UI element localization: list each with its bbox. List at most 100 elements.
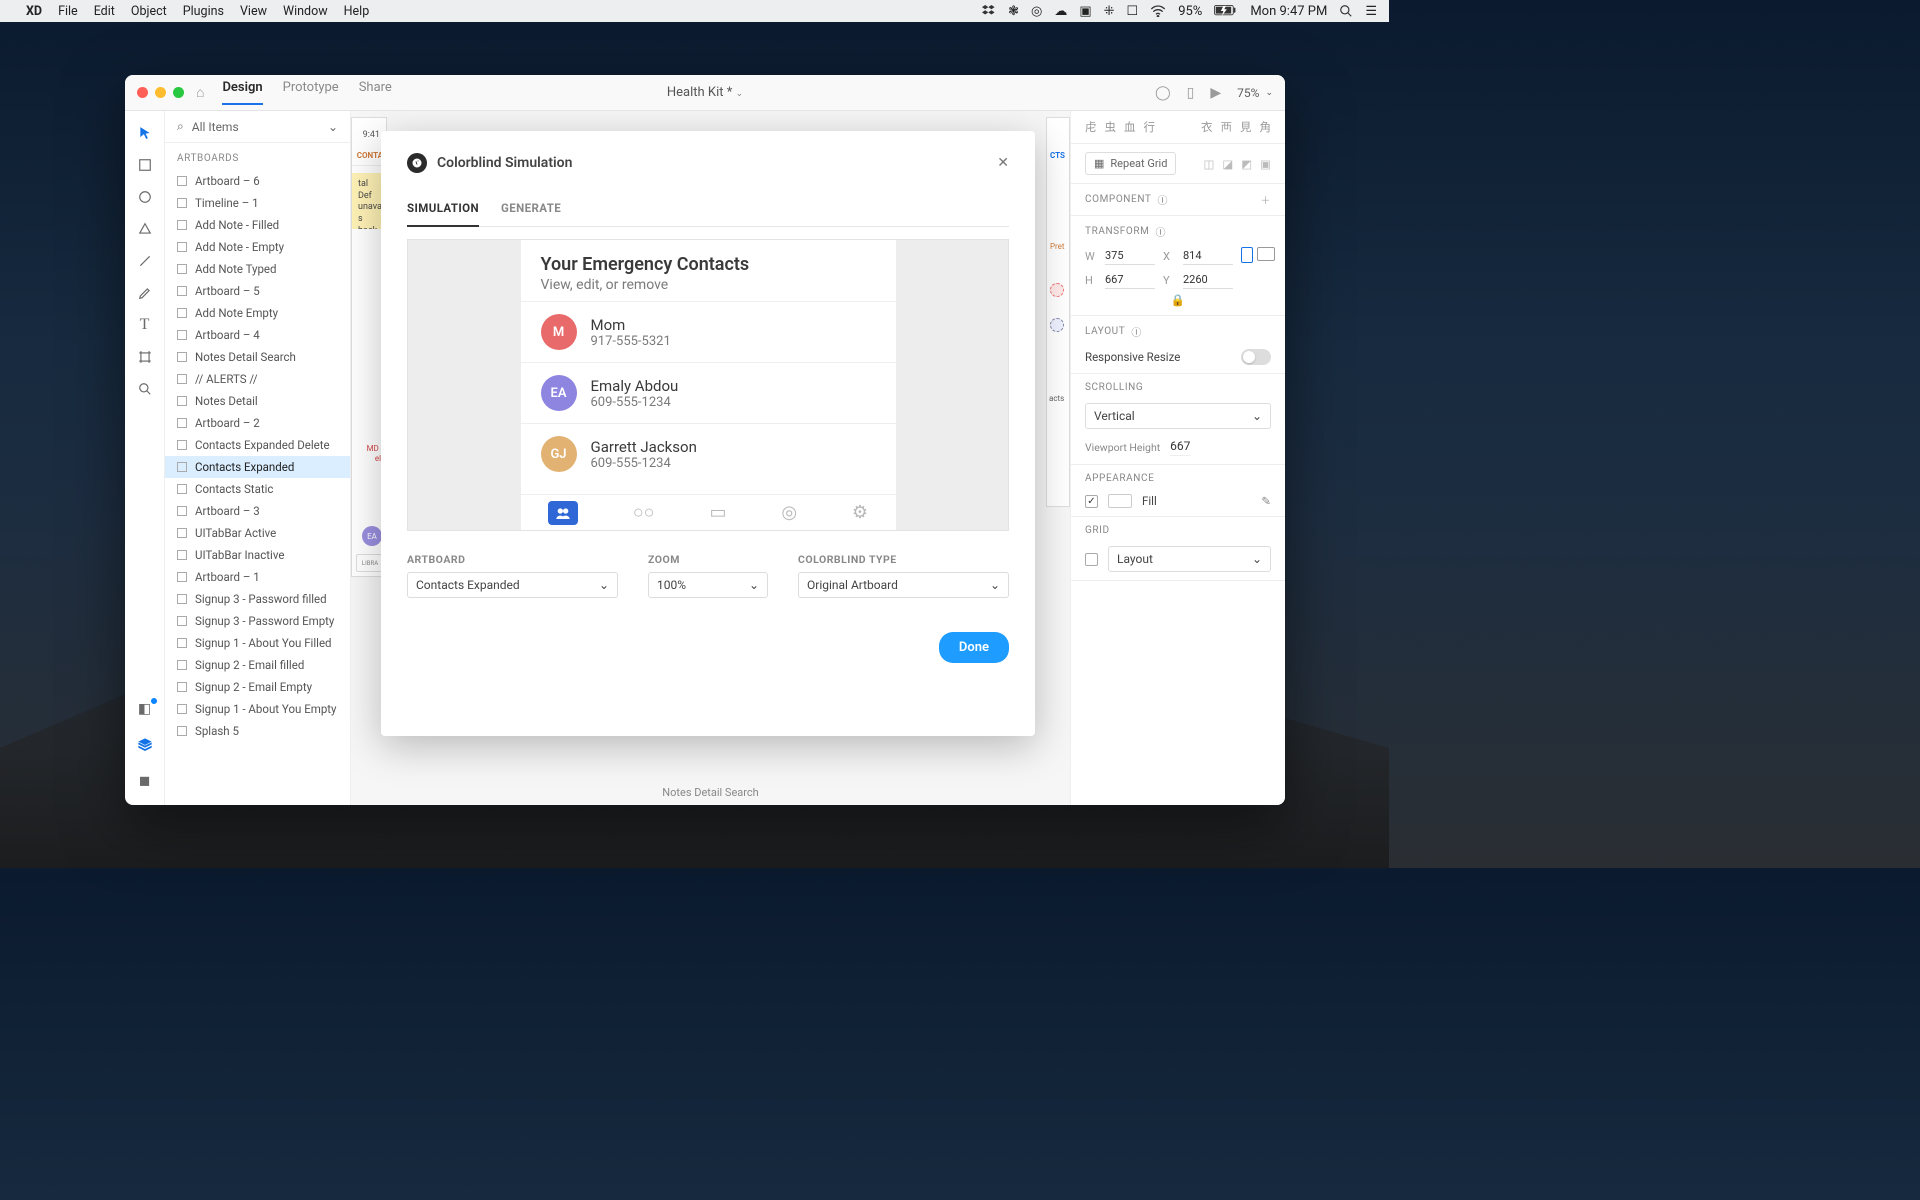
align-justify-icon[interactable]: ⾏ — [1144, 119, 1156, 135]
lock-aspect-icon[interactable]: 🔒 — [1085, 293, 1271, 307]
layer-item[interactable]: Artboard – 5 — [165, 280, 350, 302]
artboard-tool[interactable] — [125, 341, 165, 373]
x-input[interactable] — [1183, 247, 1233, 265]
layers-panel-icon[interactable] — [125, 731, 165, 759]
landscape-icon[interactable] — [1257, 247, 1275, 261]
layer-item[interactable]: Signup 1 - About You Empty — [165, 698, 350, 720]
layer-item[interactable]: Artboard – 6 — [165, 170, 350, 192]
boolean-subtract-icon[interactable]: ◪ — [1222, 157, 1233, 171]
layer-item[interactable]: Signup 2 - Email Empty — [165, 676, 350, 698]
evernote-icon[interactable]: ❃ — [1008, 4, 1019, 19]
boolean-exclude-icon[interactable]: ▣ — [1260, 157, 1271, 171]
date-icon[interactable]: ☐ — [1127, 4, 1139, 19]
zoom-control[interactable]: 75% ⌄ — [1237, 86, 1273, 100]
tab-simulation[interactable]: SIMULATION — [407, 191, 479, 227]
align-distribute-icon[interactable]: ⾓ — [1260, 119, 1272, 135]
zoom-select[interactable]: 100% ⌄ — [648, 572, 768, 598]
select-tool[interactable] — [125, 117, 165, 149]
layer-item[interactable]: Timeline – 1 — [165, 192, 350, 214]
tab-design[interactable]: Design — [222, 80, 262, 105]
layer-item[interactable]: Contacts Expanded — [165, 456, 350, 478]
add-component-button[interactable]: ＋ — [1260, 192, 1271, 207]
colorblind-type-select[interactable]: Original Artboard ⌄ — [798, 572, 1009, 598]
menu-help[interactable]: Help — [344, 4, 370, 19]
canvas[interactable]: 9:41 CONTA tal Def unavail s back MD - e… — [351, 111, 1070, 805]
line-tool[interactable] — [125, 245, 165, 277]
tab-share[interactable]: Share — [359, 80, 392, 105]
layer-item[interactable]: Artboard – 3 — [165, 500, 350, 522]
tab-generate[interactable]: GENERATE — [501, 191, 561, 226]
bluetooth-icon[interactable]: ⁜ — [1104, 4, 1115, 19]
layer-item[interactable]: Contacts Expanded Delete — [165, 434, 350, 456]
align-center-v-icon[interactable]: ⾑ — [1221, 119, 1233, 135]
menu-file[interactable]: File — [58, 4, 78, 19]
menu-window[interactable]: Window — [283, 4, 328, 19]
app-name-menu[interactable]: XD — [26, 4, 42, 19]
text-tool[interactable]: T — [125, 309, 165, 341]
width-input[interactable] — [1105, 247, 1155, 265]
close-window-button[interactable] — [137, 87, 148, 98]
layer-item[interactable]: Contacts Static — [165, 478, 350, 500]
minimize-window-button[interactable] — [155, 87, 166, 98]
align-center-h-icon[interactable]: ⾍ — [1105, 119, 1117, 135]
battery-icon[interactable] — [1214, 5, 1238, 17]
scrolling-select[interactable]: Vertical ⌄ — [1085, 403, 1271, 429]
layers-filter[interactable]: ⌕ All Items ⌄ — [165, 111, 350, 143]
boolean-union-icon[interactable]: ◫ — [1204, 157, 1215, 171]
layer-item[interactable]: Notes Detail Search — [165, 346, 350, 368]
layer-item[interactable]: Signup 2 - Email filled — [165, 654, 350, 676]
spotlight-icon[interactable] — [1339, 4, 1353, 18]
info-icon[interactable]: ⓘ — [1155, 224, 1166, 239]
rectangle-tool[interactable] — [125, 149, 165, 181]
layer-item[interactable]: UITabBar Active — [165, 522, 350, 544]
document-title[interactable]: Health Kit * ⌄ — [667, 85, 743, 100]
grid-type-select[interactable]: Layout ⌄ — [1108, 546, 1271, 572]
menu-object[interactable]: Object — [131, 4, 167, 19]
done-button[interactable]: Done — [939, 632, 1009, 663]
home-icon[interactable]: ⌂ — [196, 84, 204, 101]
layer-item[interactable]: Splash 5 — [165, 720, 350, 742]
menu-edit[interactable]: Edit — [94, 4, 115, 19]
maximize-window-button[interactable] — [173, 87, 184, 98]
user-avatar-icon[interactable]: ◯ — [1155, 85, 1171, 101]
control-center-icon[interactable]: ☰ — [1365, 4, 1377, 19]
info-icon[interactable]: ⓘ — [1157, 192, 1168, 207]
layer-item[interactable]: Add Note Empty — [165, 302, 350, 324]
layer-item[interactable]: Add Note - Filled — [165, 214, 350, 236]
repeat-grid-button[interactable]: ▦ Repeat Grid — [1085, 152, 1176, 175]
layers-list[interactable]: Artboard – 6Timeline – 1Add Note - Fille… — [165, 170, 350, 805]
close-dialog-button[interactable]: ✕ — [997, 155, 1009, 171]
clock[interactable]: Mon 9:47 PM — [1250, 4, 1327, 19]
layer-item[interactable]: Artboard – 1 — [165, 566, 350, 588]
layer-item[interactable]: Add Note - Empty — [165, 236, 350, 258]
wifi-icon[interactable] — [1150, 5, 1166, 17]
eyedropper-icon[interactable]: ✎ — [1261, 494, 1271, 508]
layer-item[interactable]: Add Note Typed — [165, 258, 350, 280]
device-preview-icon[interactable]: ▯ — [1187, 85, 1195, 101]
orientation-toggle[interactable] — [1241, 247, 1275, 263]
layer-item[interactable]: Signup 3 - Password filled — [165, 588, 350, 610]
responsive-resize-toggle[interactable] — [1241, 349, 1271, 365]
ellipse-tool[interactable] — [125, 181, 165, 213]
zoom-tool[interactable] — [125, 373, 165, 405]
polygon-tool[interactable] — [125, 213, 165, 245]
portrait-icon[interactable] — [1241, 247, 1253, 263]
menu-view[interactable]: View — [240, 4, 267, 19]
align-bottom-icon[interactable]: ⾒ — [1240, 119, 1252, 135]
layer-item[interactable]: UITabBar Inactive — [165, 544, 350, 566]
viewport-height-value[interactable]: 667 — [1170, 439, 1190, 456]
airplay-icon[interactable]: ▣ — [1079, 4, 1091, 19]
align-right-icon[interactable]: ⾎ — [1124, 119, 1136, 135]
layer-item[interactable]: Artboard – 2 — [165, 412, 350, 434]
layer-item[interactable]: Signup 1 - About You Filled — [165, 632, 350, 654]
creative-cloud-icon[interactable]: ☁︎ — [1054, 4, 1067, 19]
plugins-panel-icon[interactable]: ◼︎ — [125, 767, 165, 795]
artboard-select[interactable]: Contacts Expanded ⌄ — [407, 572, 618, 598]
layer-item[interactable]: Signup 3 - Password Empty — [165, 610, 350, 632]
fill-checkbox[interactable]: ✓ — [1085, 495, 1098, 508]
boolean-intersect-icon[interactable]: ◩ — [1241, 157, 1252, 171]
assets-panel-icon[interactable]: ◧ — [125, 695, 165, 723]
info-icon[interactable]: ⓘ — [1131, 324, 1142, 339]
status-icon-1[interactable]: ◎ — [1031, 4, 1042, 19]
menu-plugins[interactable]: Plugins — [183, 4, 224, 19]
